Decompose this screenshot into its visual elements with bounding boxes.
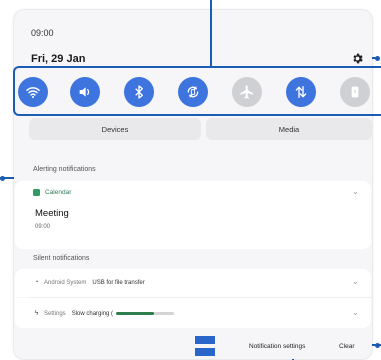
charging-message: Slow charging ( [71, 310, 114, 317]
status-date: Fri, 29 Jan [31, 53, 86, 65]
android-system-icon: ◔ [34, 279, 39, 286]
notification-panel: 09:00 Fri, 29 Jan Devices Media Alerting… [14, 10, 372, 359]
callout-dot-left [0, 175, 5, 181]
calendar-icon [33, 189, 40, 196]
notification-title: Meeting [35, 208, 69, 219]
lightning-icon: ϟ [34, 310, 39, 317]
expand-icon[interactable]: ⌄ [352, 277, 359, 286]
usb-message: USB for file transfer [92, 279, 145, 286]
notification-time: 09:00 [35, 224, 51, 230]
panel-handle[interactable] [195, 336, 215, 357]
media-button[interactable]: Media [206, 118, 372, 140]
settings-button[interactable] [350, 51, 364, 65]
charging-row: ϟ Settings Slow charging ( [33, 310, 175, 317]
expand-icon[interactable]: ⌄ [352, 308, 359, 317]
usb-row: ◔ Android System USB for file transfer [33, 279, 145, 286]
callout-line-qs-top [210, 0, 212, 67]
handle-bar-top [195, 336, 215, 344]
media-label: Media [278, 124, 300, 134]
gear-icon [352, 53, 363, 63]
expand-icon[interactable]: ⌄ [352, 187, 359, 196]
devices-label: Devices [101, 124, 129, 134]
usb-app-name: Android System [44, 279, 87, 286]
calendar-app-row: Calendar [33, 189, 71, 196]
alerting-notifications-label: Alerting notifications [33, 166, 96, 173]
silent-notification-usb[interactable]: ◔ Android System USB for file transfer ⌄ [15, 269, 371, 297]
status-time: 09:00 [31, 28, 54, 38]
silent-notifications-label: Silent notifications [33, 255, 90, 262]
devices-button[interactable]: Devices [29, 118, 201, 140]
callout-dot-gear [375, 55, 380, 61]
clear-button[interactable]: Clear [339, 343, 355, 350]
charging-app-name: Settings [44, 310, 66, 317]
handle-bar-bottom [195, 348, 215, 356]
quick-settings-highlight [13, 66, 381, 116]
calendar-app-name: Calendar [45, 189, 72, 196]
notification-settings-button[interactable]: Notification settings [249, 343, 305, 350]
callout-dot-clear [375, 342, 380, 348]
calendar-notification[interactable]: Calendar ⌄ Meeting 09:00 [15, 181, 371, 249]
charging-progress [116, 312, 175, 315]
silent-notification-charging[interactable]: ϟ Settings Slow charging ( ⌄ [15, 298, 371, 328]
